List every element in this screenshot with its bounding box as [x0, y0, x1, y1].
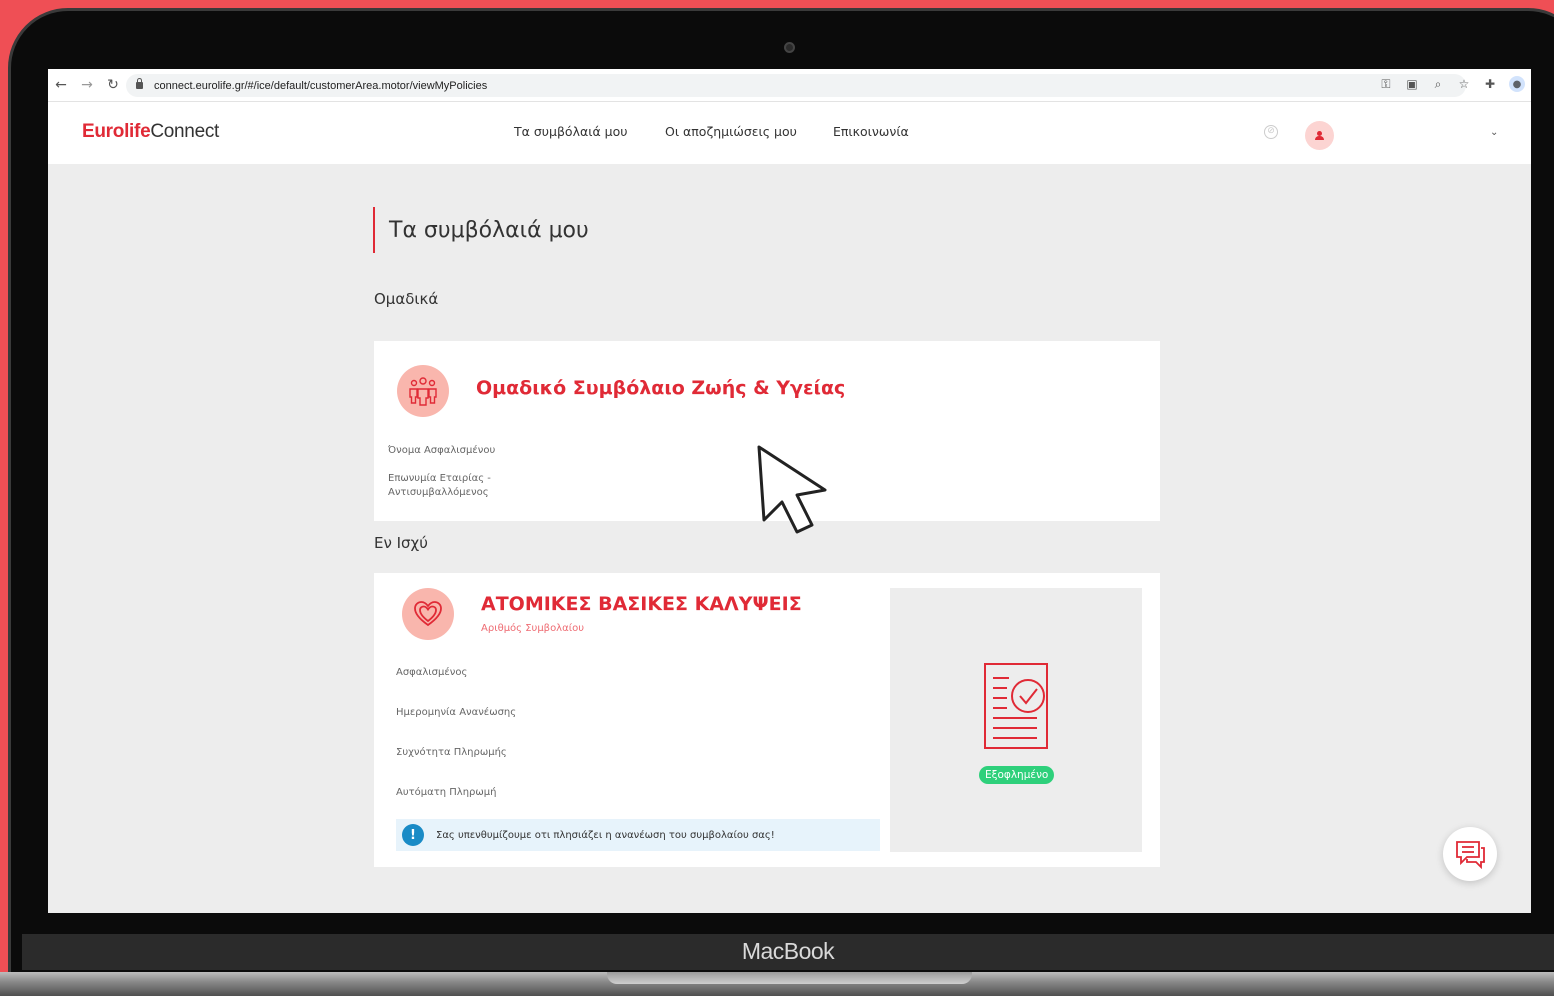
lock-icon	[136, 78, 143, 89]
company-label-line2: Αντισυμβαλλόμενος	[388, 487, 489, 498]
document-check-icon	[984, 663, 1048, 749]
page-title: Τα συμβόλαιά μου	[389, 217, 589, 243]
camera-icon	[784, 42, 795, 53]
user-icon	[1315, 131, 1324, 140]
nav-my-policies[interactable]: Τα συμβόλαιά μου	[514, 124, 628, 139]
field-insured-label: Ασφαλισμένος	[396, 667, 468, 678]
info-exclamation-icon: !	[402, 824, 424, 846]
logo-light-text: Connect	[150, 121, 220, 142]
eurolife-connect-logo[interactable]: EurolifeConnect	[82, 121, 219, 143]
site-header: EurolifeConnect Τα συμβόλαιά μου Οι αποζ…	[48, 102, 1531, 164]
policy-number-label: Αριθμός Συμβολαίου	[481, 623, 584, 634]
forward-arrow-icon[interactable]: →	[74, 77, 100, 93]
zoom-icon[interactable]: ⌕	[1431, 77, 1445, 92]
insured-name-label: Όνομα Ασφαλισμένου	[388, 445, 496, 456]
field-auto-payment-label: Αυτόματη Πληρωμή	[396, 787, 497, 798]
bookmark-star-icon[interactable]: ☆	[1457, 77, 1471, 91]
address-bar[interactable]: connect.eurolife.gr/#/ice/default/custom…	[126, 74, 1466, 97]
macbook-label: MacBook	[741, 938, 835, 964]
nav-contact[interactable]: Επικοινωνία	[833, 124, 909, 139]
back-arrow-icon[interactable]: ←	[48, 77, 74, 93]
url-text: connect.eurolife.gr/#/ice/default/custom…	[154, 79, 488, 92]
logo-bold-text: Eurolife	[82, 121, 151, 142]
browser-extension-icons: ⚿ ▣ ⌕ ☆ ✚ ●	[1379, 76, 1525, 92]
chat-button[interactable]	[1443, 827, 1497, 881]
paid-status-badge: Εξοφλημένο	[979, 766, 1055, 784]
browser-toolbar: ← → ↻ connect.eurolife.gr/#/ice/default/…	[48, 69, 1531, 102]
laptop-hinge-notch	[607, 972, 972, 984]
user-avatar[interactable]	[1305, 121, 1334, 150]
browser-profile-icon[interactable]: ●	[1509, 76, 1525, 92]
key-icon[interactable]: ⚿	[1379, 77, 1393, 92]
policy-title[interactable]: ΑΤΟΜΙΚΕΣ ΒΑΣΙΚΕΣ ΚΑΛΥΨΕΙΣ	[481, 593, 802, 615]
extensions-puzzle-icon[interactable]: ✚	[1483, 77, 1497, 91]
browser-screen: ← → ↻ connect.eurolife.gr/#/ice/default/…	[48, 69, 1531, 913]
renewal-notice-text: Σας υπενθυμίζουμε οτι πλησιάζει η ανανέω…	[436, 829, 775, 841]
chat-bubble-icon	[1456, 841, 1485, 869]
translate-icon[interactable]: ▣	[1405, 77, 1419, 91]
group-people-icon	[397, 365, 449, 417]
heart-icon	[402, 588, 454, 640]
company-label-line1: Επωνυμία Εταιρίας -	[388, 473, 491, 484]
page-title-block: Τα συμβόλαιά μου	[373, 207, 589, 253]
chevron-down-icon[interactable]: ⌄	[1490, 127, 1498, 138]
field-renewal-date-label: Ημερομηνία Ανανέωσης	[396, 707, 517, 718]
nav-my-claims[interactable]: Οι αποζημιώσεις μου	[665, 124, 797, 139]
renewal-notice-banner: ! Σας υπενθυμίζουμε οτι πλησιάζει η αναν…	[396, 819, 880, 851]
active-policy-card[interactable]: ΑΤΟΜΙΚΕΣ ΒΑΣΙΚΕΣ ΚΑΛΥΨΕΙΣ Αριθμός Συμβολ…	[374, 573, 1160, 867]
group-policy-title[interactable]: Ομαδικό Συμβόλαιο Ζωής & Υγείας	[476, 377, 845, 399]
section-active-label: Εν Ισχύ	[374, 534, 428, 552]
policy-document-panel[interactable]: Εξοφλημένο	[890, 588, 1142, 852]
disabled-status-icon: ⊘	[1264, 125, 1278, 139]
reload-icon[interactable]: ↻	[100, 77, 126, 93]
mouse-cursor-icon	[757, 445, 827, 534]
section-group-label: Ομαδικά	[374, 290, 439, 308]
field-payment-frequency-label: Συχνότητα Πληρωμής	[396, 747, 507, 758]
